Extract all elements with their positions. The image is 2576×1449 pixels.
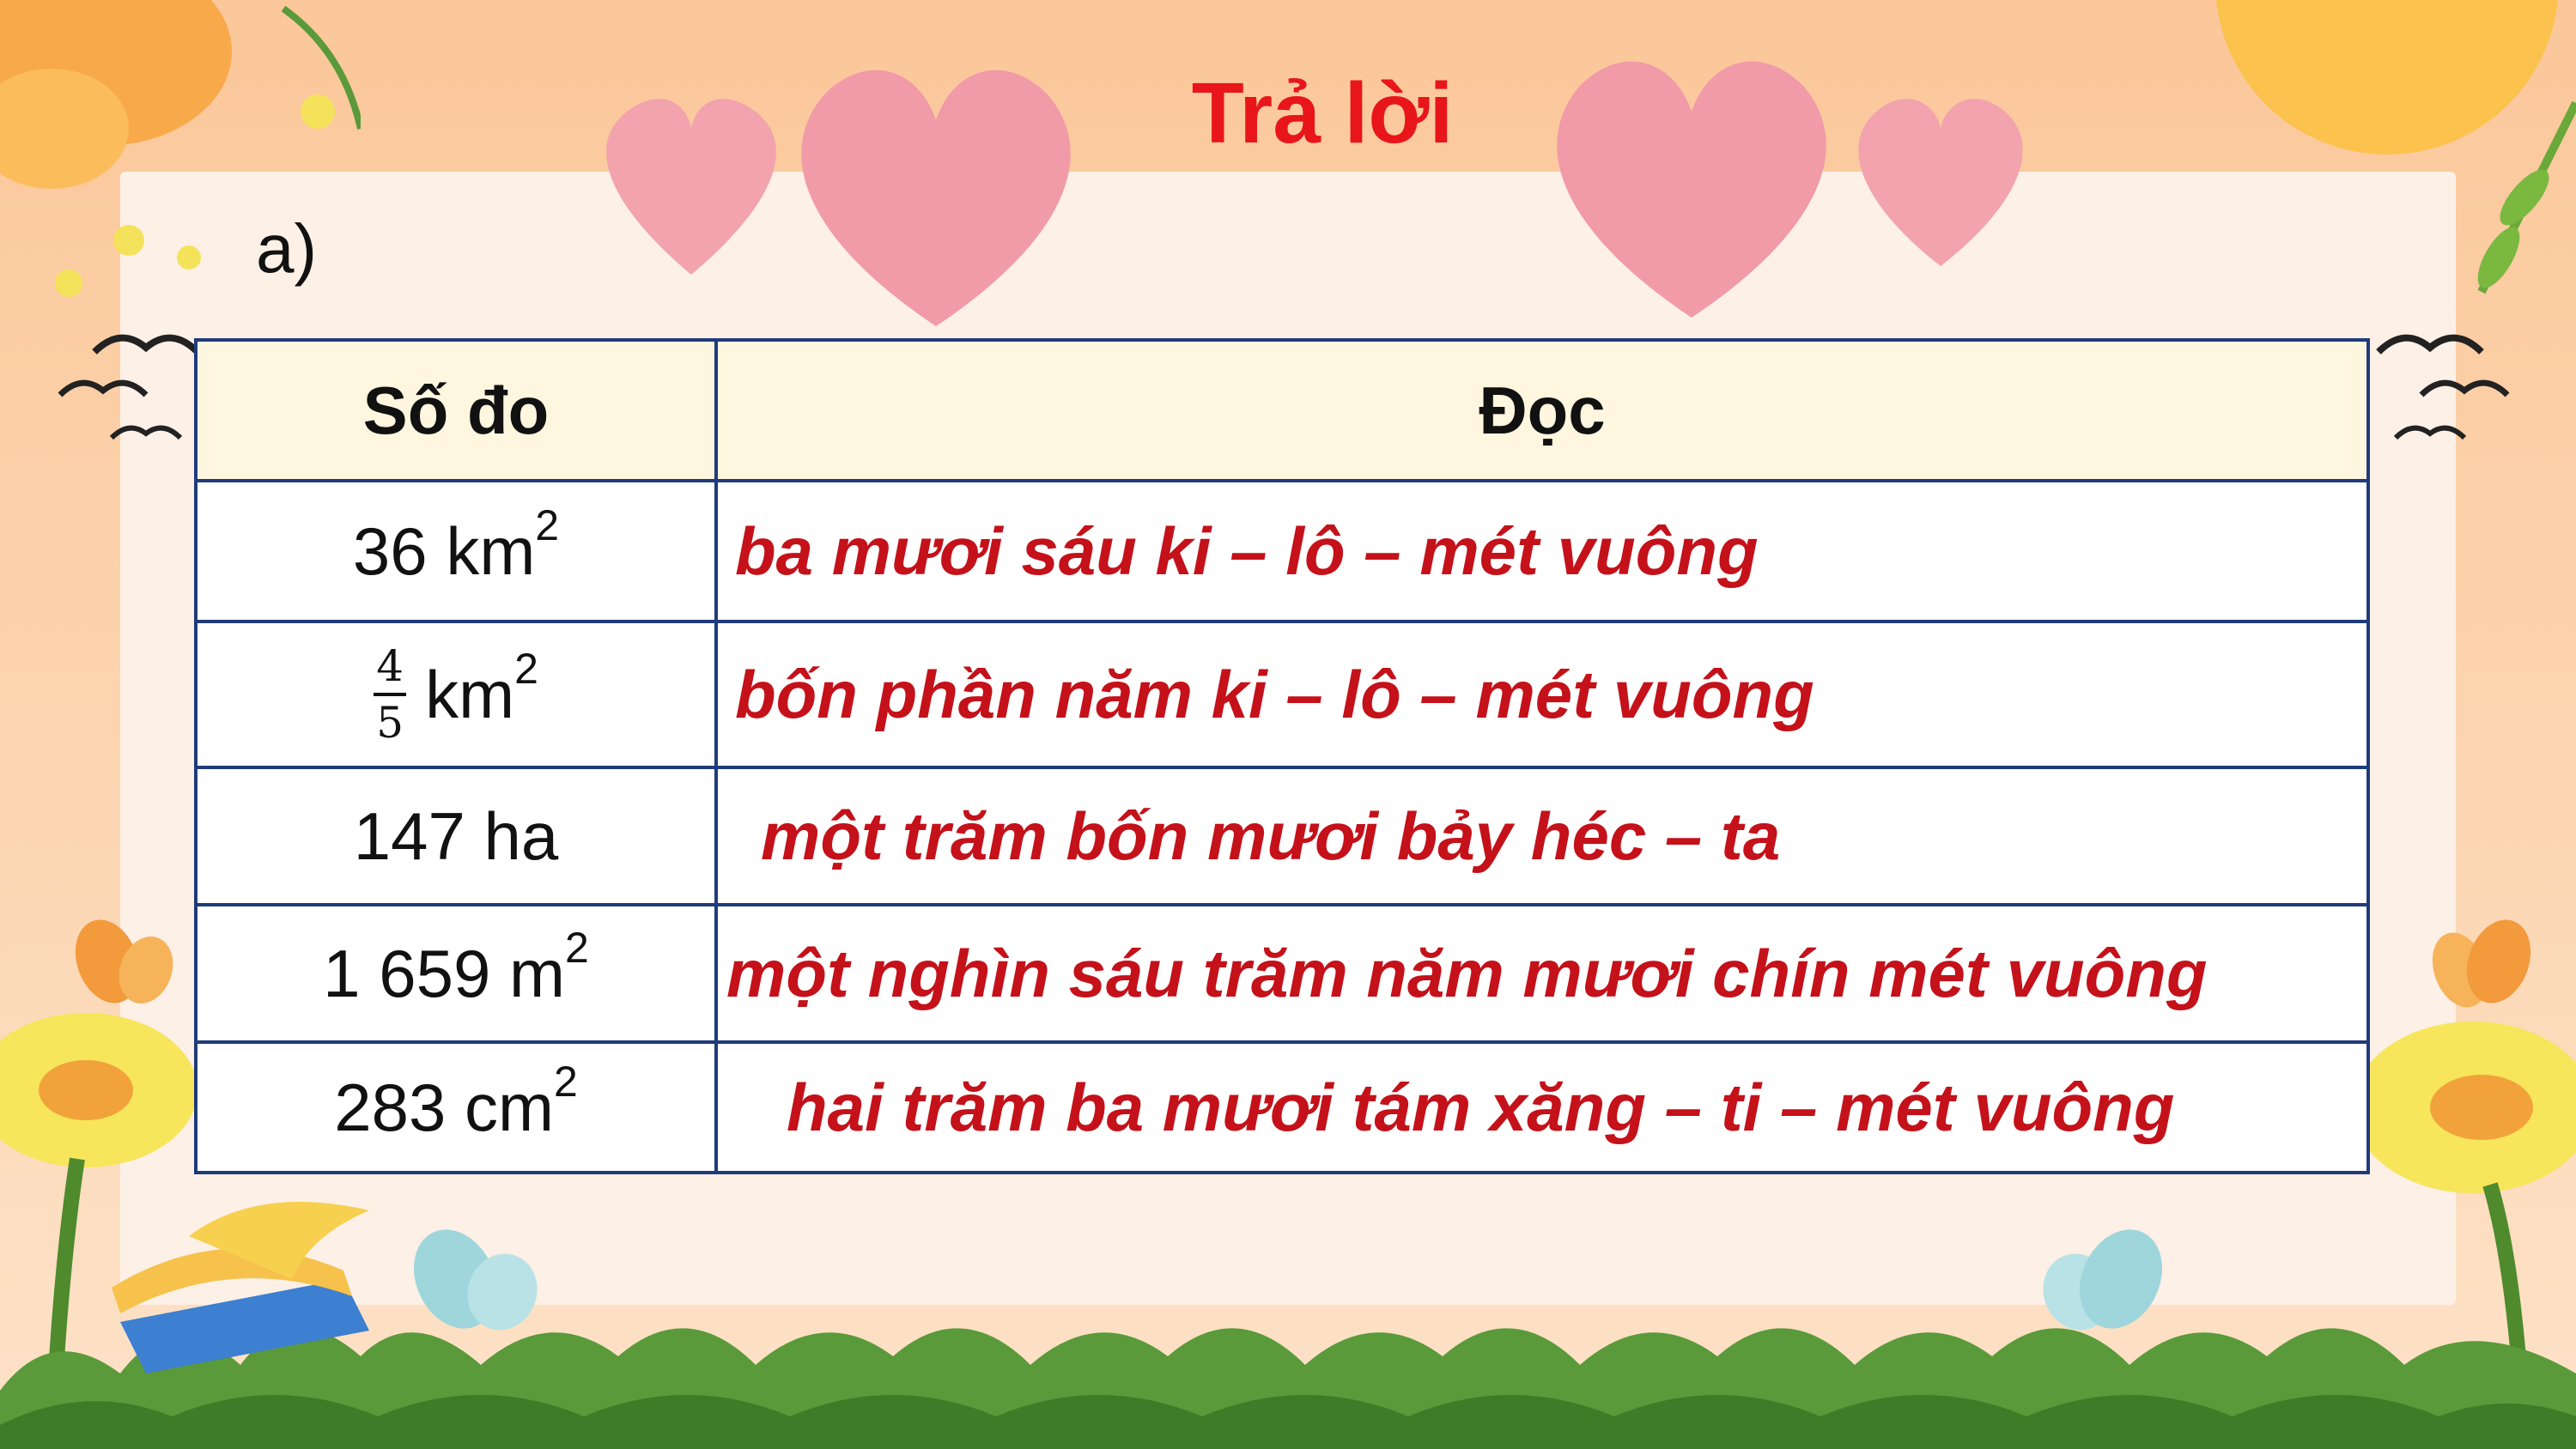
reading-text: ba mươi sáu ki – lô – mét vuông [735,512,1759,589]
butterfly-blue-right-icon [2043,1229,2163,1331]
measurement-cell: 283 cm 2 [197,1044,714,1171]
unit-exponent: 2 [535,501,560,549]
table-row: 1 659 m2 một nghìn sáu trăm năm mươi chí… [197,903,2366,1040]
table-row: 147 ha một trăm bốn mươi bảy héc – ta [197,766,2366,903]
unit-exponent: 2 [553,1058,578,1106]
unit-exponent: 2 [514,645,538,693]
fraction-numerator: 4 [376,641,404,691]
measurement-value: 283 cm [334,1069,554,1145]
measurement-value: 1 659 m [323,935,566,1011]
table-row: 4 5 km 2 bốn phần năm ki – lô – mét vuông [197,620,2366,766]
table-row: 36 km 2 ba mươi sáu ki – lô – mét vuông [197,479,2366,620]
measurement-value: 36 km [352,512,536,589]
sun-top-right-decoration [2216,0,2576,294]
fraction-bar [374,693,407,696]
reading-cell: bốn phần năm ki – lô – mét vuông [718,623,2366,766]
measurement-cell: 36 km 2 [197,482,714,620]
measurement-cell: 1 659 m2 [197,906,714,1040]
fraction: 4 5 [374,641,407,748]
birds-right-decoration [2376,334,2510,440]
butterfly-blue-left-icon [413,1229,538,1331]
reading-cell: một nghìn sáu trăm năm mươi chín mét vuô… [718,906,2366,1040]
table-header-row: Số đo Đọc [197,342,2366,479]
measurement-value: 147 ha [353,797,559,874]
reading-cell: hai trăm ba mươi tám xăng – ti – mét vuô… [718,1044,2366,1171]
reading-text: hai trăm ba mươi tám xăng – ti – mét vuô… [787,1069,2175,1145]
flower-top-left-decoration [0,0,361,297]
book-icon [112,1202,369,1373]
page-title: Trả lời [1191,65,1454,161]
unit-exponent: 2 [565,924,589,972]
reading-text: một trăm bốn mươi bảy héc – ta [761,797,1781,874]
reading-text: bốn phần năm ki – lô – mét vuông [735,656,1814,732]
column-divider [714,342,718,1171]
reading-cell: ba mươi sáu ki – lô – mét vuông [718,482,2366,620]
measurement-value: km [425,656,515,732]
part-label: a) [256,210,318,287]
birds-left-decoration [58,334,200,440]
butterfly-left-icon [75,919,173,1003]
fraction-denominator: 5 [376,698,404,748]
table-row: 283 cm 2 hai trăm ba mươi tám xăng – ti –… [197,1040,2366,1171]
reading-text: một nghìn sáu trăm năm mươi chín mét vuô… [726,935,2208,1011]
answer-table: Số đo Đọc 36 km 2 ba mươi sáu ki – lô – m… [194,338,2370,1174]
reading-cell: một trăm bốn mươi bảy héc – ta [718,769,2366,903]
butterfly-right-icon [2432,919,2531,1008]
measurement-cell: 147 ha [197,769,714,903]
header-reading: Đọc [1479,372,1606,448]
measurement-cell: 4 5 km 2 [197,623,714,766]
header-measurement: Số đo [362,372,550,448]
